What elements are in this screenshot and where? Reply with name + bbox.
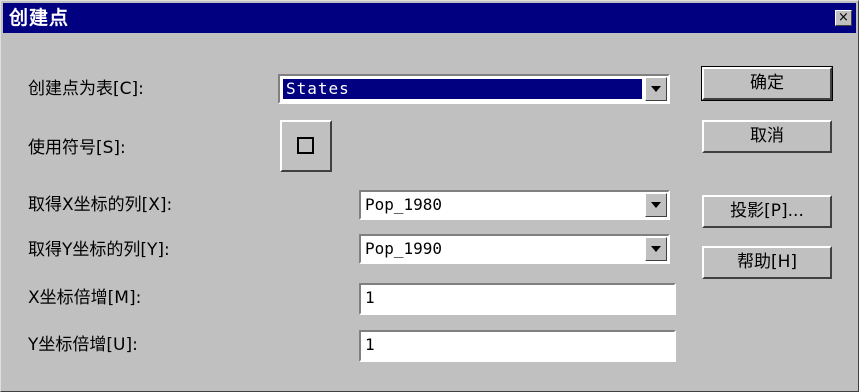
xcol-label: 取得X坐标的列[X]: bbox=[28, 195, 173, 215]
window-title: 创建点 bbox=[9, 7, 70, 29]
cancel-button[interactable]: 取消 bbox=[702, 120, 832, 153]
table-combo[interactable]: States bbox=[278, 74, 670, 104]
projection-button[interactable]: 投影[P]... bbox=[702, 195, 832, 228]
close-button[interactable]: × bbox=[835, 10, 852, 26]
ycol-dropdown-button[interactable] bbox=[645, 237, 667, 261]
xmul-label: X坐标倍增[M]: bbox=[28, 288, 142, 308]
xcol-combo-value: Pop_1980 bbox=[365, 195, 443, 214]
ymul-input[interactable]: 1 bbox=[359, 330, 676, 362]
ok-button[interactable]: 确定 bbox=[701, 66, 833, 101]
ymul-label: Y坐标倍增[U]: bbox=[28, 335, 138, 355]
close-icon: × bbox=[838, 10, 849, 25]
chevron-down-icon bbox=[651, 246, 661, 252]
xcol-dropdown-button[interactable] bbox=[645, 193, 667, 217]
table-label: 创建点为表[C]: bbox=[28, 79, 144, 99]
symbol-button[interactable] bbox=[280, 120, 332, 172]
help-button[interactable]: 帮助[H] bbox=[702, 246, 832, 279]
table-combo-value: States bbox=[283, 79, 642, 99]
hollow-square-icon bbox=[297, 137, 314, 154]
table-combo-dropdown-button[interactable] bbox=[645, 77, 667, 101]
chevron-down-icon bbox=[651, 86, 661, 92]
xmul-input-value: 1 bbox=[365, 288, 375, 307]
xmul-input[interactable]: 1 bbox=[359, 283, 676, 315]
chevron-down-icon bbox=[651, 202, 661, 208]
ycol-label: 取得Y坐标的列[Y]: bbox=[28, 240, 170, 260]
ycol-combo[interactable]: Pop_1990 bbox=[359, 234, 670, 264]
title-bar[interactable]: 创建点 × bbox=[3, 3, 856, 33]
create-points-dialog: 创建点 × 创建点为表[C]: 使用符号[S]: 取得X坐标的列[X]: 取得Y… bbox=[0, 0, 859, 392]
xcol-combo[interactable]: Pop_1980 bbox=[359, 190, 670, 220]
ymul-input-value: 1 bbox=[365, 335, 375, 354]
symbol-label: 使用符号[S]: bbox=[28, 138, 126, 158]
ycol-combo-value: Pop_1990 bbox=[365, 239, 443, 258]
